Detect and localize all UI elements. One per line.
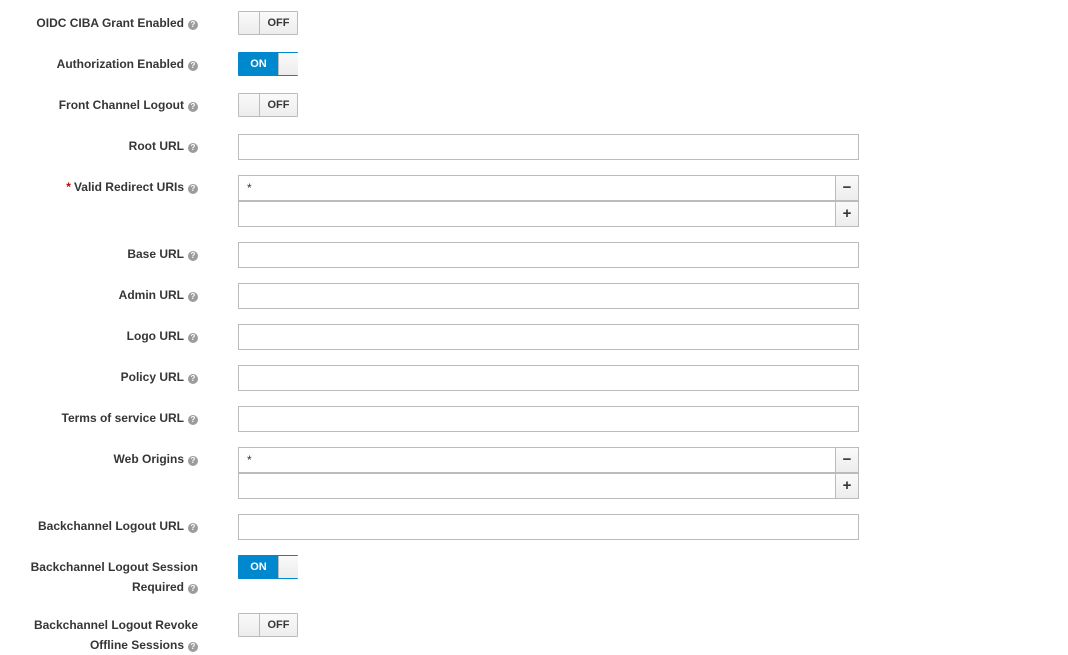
base-url-input[interactable]: [238, 242, 859, 268]
logo-url-label: Logo URL?: [127, 326, 198, 346]
toggle-knob: [239, 614, 260, 636]
redirect-uris-label: * Valid Redirect URIs?: [66, 177, 198, 197]
toggle-knob: [239, 94, 260, 116]
add-redirect-uri-button[interactable]: +: [835, 201, 859, 227]
backchannel-url-label: Backchannel Logout URL?: [38, 516, 198, 536]
backchannel-revoke-toggle[interactable]: OFF: [238, 613, 298, 637]
plus-icon: +: [842, 205, 852, 222]
help-icon[interactable]: ?: [188, 584, 198, 594]
tos-url-input[interactable]: [238, 406, 859, 432]
front-channel-toggle[interactable]: OFF: [238, 93, 298, 117]
required-mark: *: [66, 180, 71, 194]
authorization-toggle[interactable]: ON: [238, 52, 298, 76]
backchannel-session-label-line2: Required?: [132, 577, 198, 597]
remove-redirect-uri-button[interactable]: −: [835, 175, 859, 201]
help-icon[interactable]: ?: [188, 61, 198, 71]
minus-icon: −: [842, 179, 852, 196]
help-icon[interactable]: ?: [188, 642, 198, 652]
redirect-uri-new-input[interactable]: [238, 201, 836, 227]
backchannel-session-label: Backchannel Logout Session: [30, 560, 198, 574]
backchannel-url-input[interactable]: [238, 514, 859, 540]
ciba-toggle[interactable]: OFF: [238, 11, 298, 35]
tos-url-label: Terms of service URL?: [62, 408, 198, 428]
web-origins-label: Web Origins?: [114, 449, 198, 469]
help-icon[interactable]: ?: [188, 143, 198, 153]
help-icon[interactable]: ?: [188, 102, 198, 112]
admin-url-label: Admin URL?: [119, 285, 198, 305]
root-url-input[interactable]: [238, 134, 859, 160]
authorization-label: Authorization Enabled?: [57, 54, 198, 74]
backchannel-session-toggle[interactable]: ON: [238, 555, 298, 579]
add-web-origin-button[interactable]: +: [835, 473, 859, 499]
plus-icon: +: [842, 477, 852, 494]
toggle-knob: [278, 53, 298, 75]
help-icon[interactable]: ?: [188, 292, 198, 302]
ciba-label: OIDC CIBA Grant Enabled?: [36, 13, 198, 33]
help-icon[interactable]: ?: [188, 523, 198, 533]
help-icon[interactable]: ?: [188, 374, 198, 384]
help-icon[interactable]: ?: [188, 251, 198, 261]
help-icon[interactable]: ?: [188, 333, 198, 343]
help-icon[interactable]: ?: [188, 456, 198, 466]
root-url-label: Root URL?: [129, 136, 198, 156]
help-icon[interactable]: ?: [188, 415, 198, 425]
base-url-label: Base URL?: [127, 244, 198, 264]
policy-url-label: Policy URL?: [121, 367, 198, 387]
remove-web-origin-button[interactable]: −: [835, 447, 859, 473]
toggle-knob: [278, 556, 298, 578]
web-origin-input[interactable]: [238, 447, 836, 473]
backchannel-revoke-label: Backchannel Logout Revoke: [33, 618, 198, 632]
help-icon[interactable]: ?: [188, 20, 198, 30]
backchannel-revoke-label-line2: Offline Sessions?: [90, 635, 198, 655]
front-channel-label: Front Channel Logout?: [59, 95, 198, 115]
policy-url-input[interactable]: [238, 365, 859, 391]
minus-icon: −: [842, 451, 852, 468]
logo-url-input[interactable]: [238, 324, 859, 350]
admin-url-input[interactable]: [238, 283, 859, 309]
redirect-uri-input[interactable]: [238, 175, 836, 201]
help-icon[interactable]: ?: [188, 184, 198, 194]
web-origin-new-input[interactable]: [238, 473, 836, 499]
toggle-knob: [239, 12, 260, 34]
